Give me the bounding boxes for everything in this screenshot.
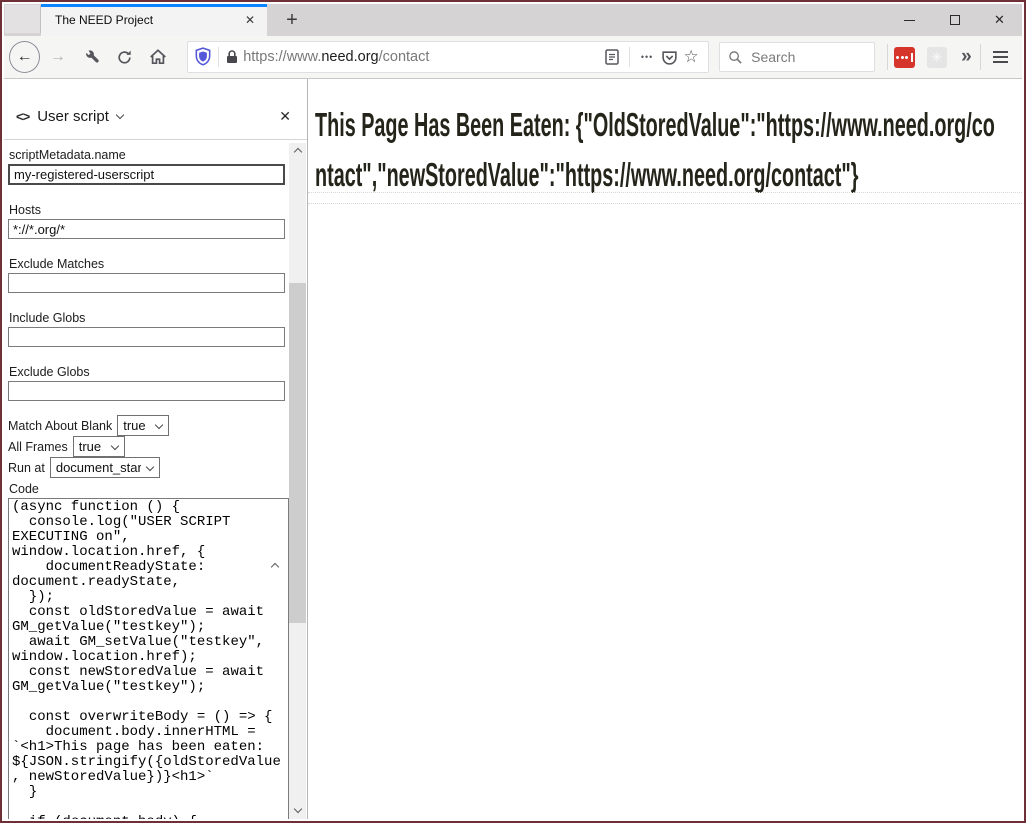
exclude-matches-input[interactable] — [8, 273, 285, 293]
tracking-protection-shield-icon[interactable] — [194, 47, 212, 67]
field-label-exclude-globs: Exclude Globs — [9, 365, 289, 379]
sidebar-header: <> User script ✕ — [4, 79, 307, 140]
reader-mode-icon[interactable] — [601, 45, 623, 69]
navigation-toolbar: ← → https://www.need.org/contact ••• — [4, 36, 1022, 79]
tab-close-icon[interactable]: ✕ — [241, 11, 259, 29]
maximize-icon — [950, 15, 960, 25]
window-controls: ✕ — [887, 4, 1022, 36]
search-input[interactable] — [751, 49, 866, 65]
code-editor[interactable]: (async function () { console.log("USER S… — [8, 498, 289, 819]
code-brackets-icon: <> — [16, 109, 29, 124]
gray-extension-icon[interactable]: ✳ — [927, 47, 947, 68]
wrench-icon[interactable] — [77, 43, 104, 71]
field-label-exclude-matches: Exclude Matches — [9, 257, 289, 271]
exclude-globs-input[interactable] — [8, 381, 285, 401]
maximize-button[interactable] — [932, 4, 977, 36]
tab-the-need-project[interactable]: The NEED Project ✕ — [41, 4, 267, 36]
pocket-icon[interactable] — [658, 45, 680, 69]
red-extension-icon[interactable] — [894, 47, 914, 68]
home-icon[interactable] — [144, 43, 171, 71]
url-path: /contact — [379, 49, 430, 65]
bookmark-star-icon[interactable]: ☆ — [680, 45, 702, 69]
name-input[interactable] — [8, 164, 285, 185]
url-domain: need.org — [321, 49, 378, 65]
page-content: This Page Has Been Eaten: {"OldStoredVal… — [308, 79, 1022, 819]
userscript-sidebar: <> User script ✕ scriptMetadata.name Hos… — [4, 79, 308, 819]
menu-hamburger-icon[interactable] — [989, 51, 1012, 63]
url-prefix: https://www. — [243, 49, 321, 65]
sidebar-scrollbar[interactable] — [289, 143, 306, 819]
field-label-include-globs: Include Globs — [9, 311, 289, 325]
page-eaten-heading: This Page Has Been Eaten: {"OldStoredVal… — [315, 100, 1002, 200]
dotted-divider — [308, 192, 1022, 193]
scroll-up-button[interactable] — [289, 143, 306, 160]
all-frames-select[interactable]: true — [73, 436, 125, 457]
titlebar-spacer — [5, 5, 41, 33]
tab-bar: The NEED Project ✕ + ✕ — [4, 4, 1022, 36]
match-about-blank-label: Match About Blank — [8, 419, 112, 433]
all-frames-label: All Frames — [8, 440, 68, 454]
minimize-button[interactable] — [887, 4, 932, 36]
field-label-hosts: Hosts — [9, 203, 289, 217]
minimize-icon — [904, 20, 915, 21]
urlbar-separator — [218, 47, 219, 67]
run-at-select[interactable]: document_start — [50, 457, 160, 478]
url-bar[interactable]: https://www.need.org/contact ••• ☆ — [187, 41, 709, 73]
code-label: Code — [9, 482, 289, 496]
forward-button: → — [44, 43, 71, 71]
sidebar-title: User script — [37, 108, 109, 125]
userscript-form: scriptMetadata.name Hosts Exclude Matche… — [8, 140, 289, 819]
tab-title: The NEED Project — [55, 13, 241, 27]
toolbar-separator-1 — [887, 44, 888, 70]
dotted-divider — [308, 203, 1022, 204]
sidebar-title-chevron-icon[interactable] — [116, 110, 124, 118]
hosts-input[interactable] — [8, 219, 285, 239]
search-icon — [728, 50, 743, 65]
match-about-blank-select[interactable]: true — [117, 415, 169, 436]
reload-icon[interactable] — [111, 43, 138, 71]
window-close-button[interactable]: ✕ — [977, 4, 1022, 36]
page-actions-icon[interactable]: ••• — [636, 45, 658, 69]
back-button[interactable]: ← — [9, 41, 40, 73]
field-label-name: scriptMetadata.name — [9, 148, 289, 162]
include-globs-input[interactable] — [8, 327, 285, 347]
search-box[interactable] — [719, 42, 875, 72]
overflow-chevrons-icon[interactable]: » — [961, 46, 972, 68]
sidebar-close-icon[interactable]: ✕ — [275, 106, 295, 127]
toolbar-separator-2 — [980, 44, 981, 70]
browser-window: The NEED Project ✕ + ✕ ← → — [0, 0, 1026, 823]
new-tab-button[interactable]: + — [277, 4, 307, 36]
scroll-down-button[interactable] — [289, 800, 306, 817]
run-at-label: Run at — [8, 461, 45, 475]
urlbar-separator-2 — [629, 47, 630, 67]
lock-icon[interactable] — [225, 49, 239, 65]
scrollbar-thumb[interactable] — [289, 283, 306, 623]
url-text[interactable]: https://www.need.org/contact — [243, 49, 601, 65]
